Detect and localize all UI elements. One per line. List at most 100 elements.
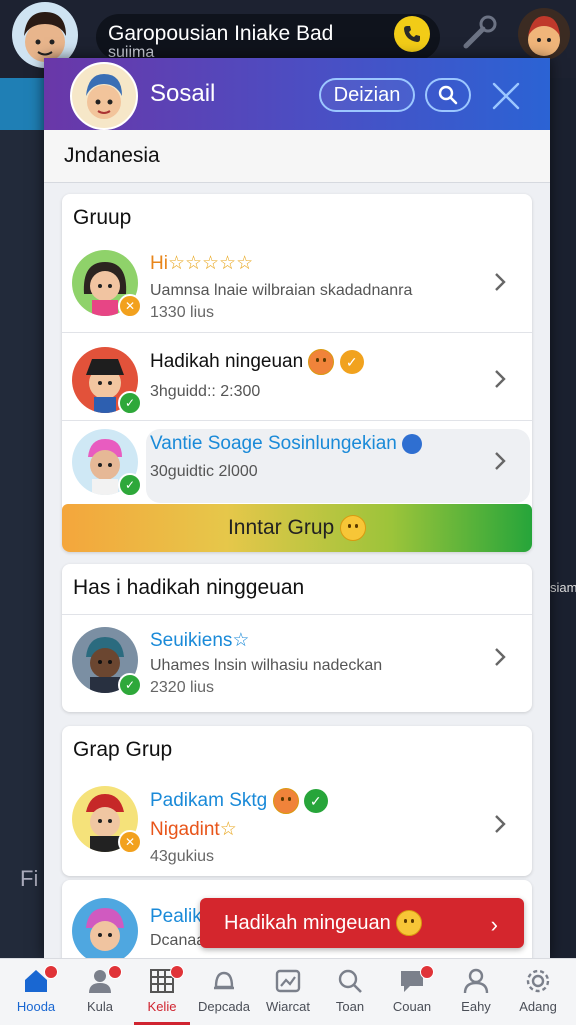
gift-title: Has i hadikah ninggeuan xyxy=(73,576,305,599)
search-icon xyxy=(438,85,458,105)
group-members: 1330 lius xyxy=(150,304,215,321)
bg-side-text: siam xyxy=(550,580,576,595)
join-group-button[interactable]: Inntar Grup xyxy=(62,504,532,552)
rail-active-tab[interactable] xyxy=(0,78,44,130)
notification-dot xyxy=(420,965,434,979)
check-icon: ✓ xyxy=(303,789,328,813)
nav-item-adang[interactable]: Adang xyxy=(506,959,570,1025)
region-label: Jndanesia xyxy=(64,144,160,167)
star-icon: ☆ xyxy=(219,819,237,840)
chevron-right-icon xyxy=(495,648,506,666)
chat-title: Garopousian Iniake Bad xyxy=(108,22,334,45)
gift-toast-button[interactable]: Hadikah mingeuan › xyxy=(200,898,524,948)
search-icon xyxy=(338,969,362,993)
close-button[interactable] xyxy=(488,78,524,114)
gift-row[interactable]: ✓ Seuikiens☆ Uhames lnsin wilhasiu nadec… xyxy=(62,614,532,711)
nav-label: Wiarcat xyxy=(265,999,311,1014)
close-icon xyxy=(492,82,520,110)
grap-subtitle-text: Nigadint xyxy=(150,819,220,840)
groups-title: Gruup xyxy=(73,206,132,229)
right-rail xyxy=(548,78,576,958)
nav-label: Toan xyxy=(335,999,365,1014)
groups-card: Gruup ✕ Hi☆☆☆☆☆ Uamnsa lnaie wilbraian s… xyxy=(62,194,532,552)
avatar-face-icon xyxy=(86,908,124,951)
nav-label: Couan xyxy=(392,999,432,1014)
avatar-face-icon xyxy=(528,16,560,56)
chevron-right-icon xyxy=(495,452,506,470)
star-icon: ☆ xyxy=(232,630,250,651)
group-name-text: Hadikah ningeuan xyxy=(150,351,304,373)
nav-label: Adang xyxy=(519,999,557,1014)
social-modal: Sosail Deizian Jndanesia Gruup ✕ Hi☆☆☆☆☆… xyxy=(44,58,550,958)
contact-avatar[interactable] xyxy=(518,8,570,60)
smile-emoji-icon xyxy=(272,788,299,814)
nav-item-kelie[interactable]: Kelie xyxy=(130,959,194,1025)
globe-emoji-icon xyxy=(402,433,423,454)
group-name: Hi☆☆☆☆☆ xyxy=(150,252,253,275)
verified-badge: ✓ xyxy=(118,391,142,415)
region-selector[interactable]: Jndanesia xyxy=(44,130,550,183)
nav-label: Eahy xyxy=(461,999,491,1014)
nav-item-toan[interactable]: Toan xyxy=(318,959,382,1025)
group-description: Uamnsa lnaie wilbraian skadadnanra xyxy=(150,282,413,299)
chevron-right-icon: › xyxy=(490,912,498,937)
nav-item-depcada[interactable]: Depcada xyxy=(192,959,256,1025)
image-icon xyxy=(275,969,301,993)
gift-description: Uhames lnsin wilhasiu nadeckan xyxy=(150,657,383,674)
gift-members: 2320 lius xyxy=(150,679,215,696)
gear-icon xyxy=(526,969,550,993)
nav-item-wiarcat[interactable]: Wiarcat xyxy=(256,959,320,1025)
bell-icon xyxy=(214,971,234,990)
avatar-face-icon xyxy=(72,64,136,128)
left-rail xyxy=(0,78,44,958)
group-row[interactable]: ✓ Hadikah ningeuan ✓ 3hguidd:: 2:300 xyxy=(62,332,532,429)
nav-label: Kelie xyxy=(147,999,177,1014)
notification-dot xyxy=(108,965,122,979)
gift-card: Has i hadikah ninggeuan ✓ Seuikiens☆ Uha… xyxy=(62,564,532,712)
grap-group-card: Grap Grup ✕ Padikam Sktg ✓ Nigadint☆ 43g… xyxy=(62,726,532,876)
phone-button[interactable] xyxy=(394,16,430,52)
grap-subtitle: Nigadint☆ xyxy=(150,818,237,841)
smile-emoji-icon xyxy=(308,349,335,375)
chevron-right-icon xyxy=(495,815,506,833)
nav-label: Depcada xyxy=(197,999,251,1014)
bottom-nav: Hooda Kula Kelie Depcada Wiarcat Toan Co… xyxy=(0,958,576,1025)
nav-item-couan[interactable]: Couan xyxy=(380,959,444,1025)
grap-name-text: Padikam Sktg xyxy=(150,790,268,812)
grap-title: Grap Grup xyxy=(73,738,173,761)
chevron-right-icon xyxy=(495,273,506,291)
group-row[interactable]: ✓ Vantie Soage Sosinlungekian 30guidtic … xyxy=(62,420,532,505)
user-icon xyxy=(463,968,489,994)
chevron-right-icon xyxy=(495,370,506,388)
nav-item-hooda[interactable]: Hooda xyxy=(4,959,68,1025)
gift-name: Seuikiens☆ xyxy=(150,629,249,652)
search-button[interactable] xyxy=(425,78,471,112)
smile-emoji-icon xyxy=(340,515,367,541)
group-members: 30guidtic 2l000 xyxy=(150,463,258,480)
verified-badge: ✓ xyxy=(118,473,142,497)
deizian-button[interactable]: Deizian xyxy=(319,78,415,112)
tools-icon[interactable] xyxy=(458,12,502,56)
group-name-text: Vantie Soage Sosinlungekian xyxy=(150,433,397,454)
star-rating: ☆☆☆☆☆ xyxy=(167,253,254,274)
status-badge: ✕ xyxy=(118,294,142,318)
grap-row[interactable]: ✕ Padikam Sktg ✓ Nigadint☆ 43gukius xyxy=(62,778,532,874)
modal-header: Sosail Deizian xyxy=(44,58,550,130)
modal-title: Sosail xyxy=(150,80,216,107)
nav-item-eahy[interactable]: Eahy xyxy=(444,959,508,1025)
group-row[interactable]: ✕ Hi☆☆☆☆☆ Uamnsa lnaie wilbraian skadadn… xyxy=(62,236,532,332)
status-badge: ✕ xyxy=(118,830,142,854)
extra-avatar xyxy=(72,898,138,958)
modal-avatar xyxy=(70,62,138,130)
nav-label: Kula xyxy=(86,999,114,1014)
check-icon: ✓ xyxy=(339,350,364,374)
phone-icon xyxy=(404,26,420,42)
gift-name-text: Seuikiens xyxy=(150,630,233,651)
nav-label: Hooda xyxy=(16,999,56,1014)
notification-dot xyxy=(170,965,184,979)
group-name: Hadikah ningeuan ✓ xyxy=(150,349,364,375)
toast-label: Hadikah mingeuan xyxy=(224,911,391,934)
nav-item-kula[interactable]: Kula xyxy=(68,959,132,1025)
group-name: Vantie Soage Sosinlungekian xyxy=(150,433,423,455)
group-members: 3hguidd:: 2:300 xyxy=(150,383,261,400)
